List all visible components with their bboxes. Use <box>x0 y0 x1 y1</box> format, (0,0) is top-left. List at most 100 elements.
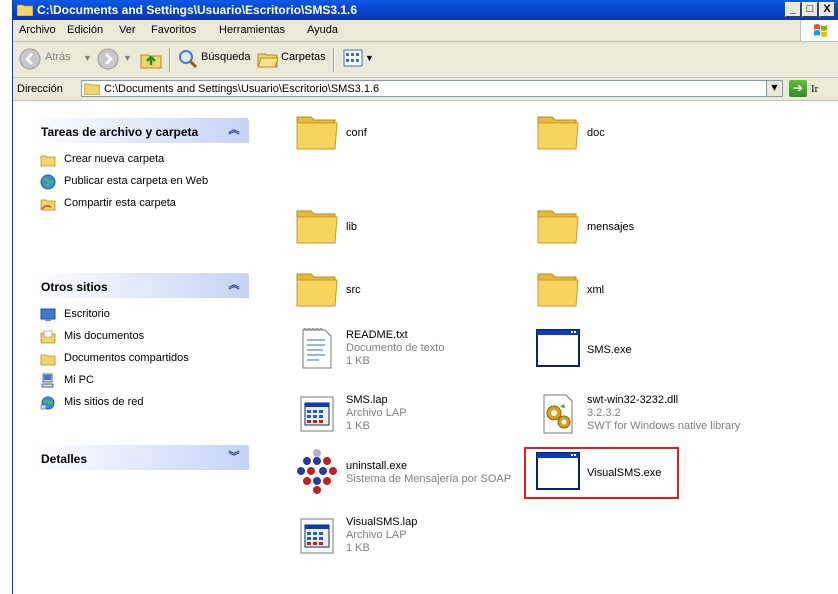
menu-archivo[interactable]: Archivo <box>19 24 56 36</box>
up-folder-icon[interactable] <box>139 47 163 71</box>
collapse-chevron-icon[interactable]: ︽ <box>227 278 241 292</box>
menu-herramientas[interactable]: Herramientas <box>219 24 285 36</box>
back-arrow-icon[interactable] <box>19 48 41 70</box>
address-value: C:\Documents and Settings\Usuario\Escrit… <box>104 83 380 95</box>
file-name: src <box>346 284 361 296</box>
toolbar-separator <box>333 48 335 72</box>
network-places-icon <box>40 396 55 410</box>
place-my-computer[interactable]: Mi PC <box>31 370 248 392</box>
other-places-panel: Otros sitios ︽ Escritorio Mis documentos… <box>30 273 249 421</box>
task-publish-web[interactable]: Publicar esta carpeta en Web <box>31 171 248 193</box>
address-dropdown-icon[interactable]: ▼ <box>766 81 782 96</box>
application-window-icon <box>536 452 580 490</box>
task-new-folder[interactable]: Crear nueva carpeta <box>31 149 248 171</box>
file-item-sms-lap[interactable]: SMS.lap Archivo LAP 1 KB <box>293 389 523 445</box>
application-window-icon <box>536 329 580 367</box>
file-version: 3.2.3.2 <box>587 407 621 419</box>
publish-web-icon <box>40 174 56 190</box>
file-name: VisualSMS.lap <box>346 516 418 528</box>
folders-button[interactable]: Carpetas <box>281 51 326 63</box>
panel-header[interactable]: Detalles ︾ <box>30 445 249 470</box>
place-shared-documents[interactable]: Documentos compartidos <box>31 348 248 370</box>
menu-ver[interactable]: Ver <box>119 24 136 36</box>
forward-arrow-icon[interactable] <box>97 48 119 70</box>
panel-title: Detalles <box>41 452 88 466</box>
expand-chevron-icon[interactable]: ︾ <box>227 450 241 464</box>
forward-dropdown-icon[interactable]: ▼ <box>123 53 132 63</box>
file-name: lib <box>346 221 358 233</box>
folder-icon <box>84 83 100 95</box>
text-document-icon <box>302 328 332 369</box>
file-item-swt-dll[interactable]: swt-win32-3232.dll 3.2.3.2 SWT for Windo… <box>534 389 764 445</box>
explorer-window: C:\Documents and Settings\Usuario\Escrit… <box>12 0 838 594</box>
file-item-uninstall[interactable]: uninstall.exe Sistema de Mensajería por … <box>293 447 523 503</box>
menu-edicion[interactable]: Edición <box>67 24 103 36</box>
back-dropdown-icon[interactable]: ▼ <box>83 53 92 63</box>
file-item-conf[interactable]: conf <box>293 107 523 163</box>
file-item-xml[interactable]: xml <box>534 264 764 320</box>
file-type: Archivo LAP <box>346 407 407 419</box>
go-arrow-icon[interactable]: ➔ <box>789 80 807 97</box>
panel-body: Crear nueva carpeta Publicar esta carpet… <box>30 143 249 222</box>
title-bar[interactable]: C:\Documents and Settings\Usuario\Escrit… <box>13 0 838 20</box>
lap-file-icon <box>300 518 334 554</box>
file-item-visualsms-lap[interactable]: VisualSMS.lap Archivo LAP 1 KB <box>293 511 523 567</box>
file-type: Archivo LAP <box>346 529 407 541</box>
panel-header[interactable]: Otros sitios ︽ <box>30 273 249 298</box>
place-label: Mi PC <box>64 374 94 386</box>
close-button[interactable]: X <box>819 2 835 17</box>
file-name: VisualSMS.exe <box>587 467 662 479</box>
share-folder-icon <box>40 199 56 211</box>
collapse-chevron-icon[interactable]: ︽ <box>227 123 241 137</box>
place-network[interactable]: Mis sitios de red <box>31 392 248 414</box>
desktop-icon <box>40 308 56 321</box>
panel-body: Escritorio Mis documentos Documentos com… <box>30 298 249 421</box>
search-button[interactable]: Búsqueda <box>201 51 251 63</box>
file-name: conf <box>346 127 367 139</box>
uninstall-icon <box>297 449 337 494</box>
file-name: README.txt <box>346 329 408 341</box>
back-button[interactable]: Atrás <box>45 51 71 63</box>
task-label: Compartir esta carpeta <box>64 197 176 209</box>
toolbar: Atrás ▼ ▼ Búsqueda Carpetas ▼ <box>13 42 838 78</box>
address-bar: Dirección C:\Documents and Settings\Usua… <box>13 78 838 101</box>
address-input[interactable]: C:\Documents and Settings\Usuario\Escrit… <box>81 80 783 97</box>
file-item-visualsms-exe[interactable]: VisualSMS.exe <box>534 447 764 503</box>
folders-icon[interactable] <box>257 48 279 70</box>
search-icon[interactable] <box>177 48 199 70</box>
file-item-doc[interactable]: doc <box>534 107 764 163</box>
menu-bar: Archivo Edición Ver Favoritos Herramient… <box>13 20 838 42</box>
panel-header[interactable]: Tareas de archivo y carpeta ︽ <box>30 118 249 143</box>
views-icon[interactable] <box>343 48 363 68</box>
views-dropdown-icon[interactable]: ▼ <box>365 53 374 63</box>
place-label: Escritorio <box>64 308 110 320</box>
file-item-src[interactable]: src <box>293 264 523 320</box>
task-label: Crear nueva carpeta <box>64 153 165 165</box>
file-type: Sistema de Mensajería por SOAP <box>346 473 512 485</box>
panel-title: Tareas de archivo y carpeta <box>41 125 199 139</box>
folder-icon <box>537 116 579 150</box>
place-desktop[interactable]: Escritorio <box>31 304 248 326</box>
toolbar-separator <box>169 48 171 72</box>
menu-ayuda[interactable]: Ayuda <box>307 24 338 36</box>
file-name: SMS.exe <box>587 344 632 356</box>
shared-documents-icon <box>40 354 56 366</box>
file-type: Documento de texto <box>346 342 445 354</box>
file-name: doc <box>587 127 605 139</box>
task-share-folder[interactable]: Compartir esta carpeta <box>31 193 248 215</box>
file-name: swt-win32-3232.dll <box>587 394 679 406</box>
place-label: Mis sitios de red <box>64 396 144 408</box>
file-item-sms-exe[interactable]: SMS.exe <box>534 324 764 380</box>
menu-favoritos[interactable]: Favoritos <box>151 24 196 36</box>
maximize-button[interactable]: □ <box>802 2 818 17</box>
file-item-mensajes[interactable]: mensajes <box>534 201 764 257</box>
go-button[interactable]: Ir <box>811 83 818 95</box>
file-item-readme[interactable]: README.txt Documento de texto 1 KB <box>293 324 523 380</box>
minimize-button[interactable]: _ <box>785 2 801 17</box>
lap-file-icon <box>300 396 334 432</box>
file-folder-tasks-panel: Tareas de archivo y carpeta ︽ Crear nuev… <box>30 118 249 222</box>
file-size: 1 KB <box>346 420 370 432</box>
window-title: C:\Documents and Settings\Usuario\Escrit… <box>37 3 358 17</box>
place-my-documents[interactable]: Mis documentos <box>31 326 248 348</box>
file-item-lib[interactable]: lib <box>293 201 523 257</box>
